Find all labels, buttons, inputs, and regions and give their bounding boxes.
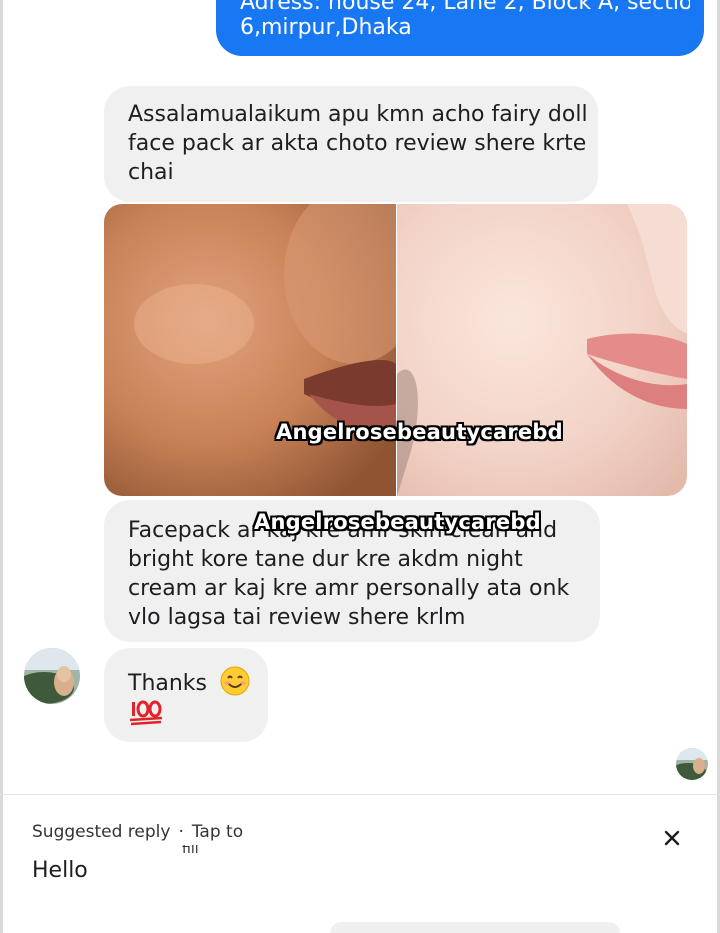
message-text: Thanks [128,671,208,696]
incoming-message-bubble[interactable]: Assalamualaikum apu kmn acho fairy doll … [104,86,598,202]
before-photo[interactable] [104,204,396,496]
after-photo[interactable] [397,204,687,496]
after-face-image [397,204,687,496]
incoming-message-bubble[interactable]: Thanks [104,648,268,742]
suggested-reply-hint-overflow: fill [182,845,199,853]
seen-receipt-avatar [676,748,708,780]
smiling-face-emoji-icon [220,666,250,696]
outgoing-message-line1: Adress: house 24, Lane 2, Block A, secti… [240,0,690,15]
close-icon [664,830,680,846]
watermark-text: Angelrosebeautycarebd [276,420,563,444]
close-suggestion-button[interactable] [656,822,688,854]
suggested-reply-label: Suggested reply · Tap to [32,822,243,842]
avatar-image [24,648,80,704]
hundred-points-emoji-icon [129,700,163,726]
suggested-reply-hint: Tap to [191,822,244,842]
next-message-bubble-partial [330,922,620,933]
suggested-reply-button[interactable]: Hello [32,858,88,883]
suggested-reply-divider [0,794,720,795]
message-text: Assalamualaikum apu kmn acho fairy doll … [128,102,588,185]
outgoing-message-line2: 6,mirpur,Dhaka [240,15,412,40]
suggested-reply-title: Suggested reply [32,822,171,842]
outgoing-message-bubble[interactable]: Adress: house 24, Lane 2, Block A, secti… [216,0,704,56]
watermark-text: Angelrosebeautycarebd [254,510,541,534]
before-face-image [104,204,396,496]
separator-dot: · [178,822,184,842]
avatar-image [676,748,708,780]
sender-avatar[interactable] [24,648,80,704]
